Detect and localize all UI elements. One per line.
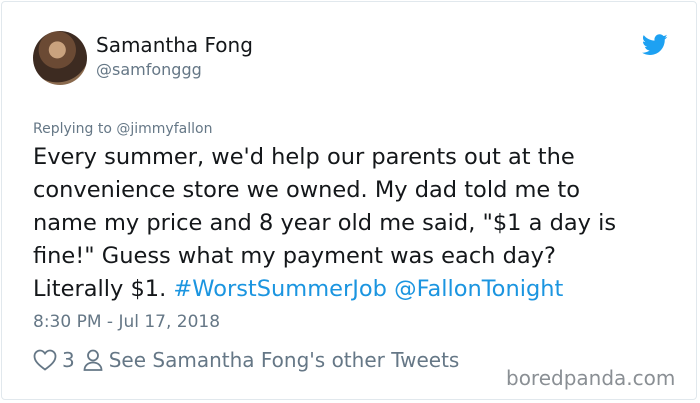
watermark: boredpanda.com <box>506 366 676 390</box>
mention-link[interactable]: @FallonTonight <box>394 276 563 302</box>
tweet-line: name my price and 8 year old me said, "$… <box>33 210 617 236</box>
tweet-footer: 3 See Samantha Fong's other Tweets <box>33 346 459 374</box>
tweet-text: Every summer, we'd help our parents out … <box>33 141 653 306</box>
tweet-line-last: Literally $1. #WorstSummerJob @FallonTon… <box>33 273 653 306</box>
heart-icon[interactable] <box>33 349 57 371</box>
twitter-bird-icon[interactable] <box>642 34 668 56</box>
author-handle[interactable]: @samfonggg <box>96 60 202 79</box>
hashtag-link[interactable]: #WorstSummerJob <box>173 276 387 302</box>
tweet-line: convenience store we owned. My dad told … <box>33 177 581 203</box>
author-name[interactable]: Samantha Fong <box>96 33 253 57</box>
other-tweets-link[interactable]: See Samantha Fong's other Tweets <box>109 348 460 372</box>
timestamp[interactable]: 8:30 PM - Jul 17, 2018 <box>33 312 220 332</box>
avatar[interactable] <box>33 31 87 85</box>
tweet-line: Every summer, we'd help our parents out … <box>33 144 575 170</box>
tweet-line-prefix: Literally $1. <box>33 276 174 302</box>
like-count: 3 <box>62 348 75 372</box>
tweet-line: fine!" Guess what my payment was each da… <box>33 243 556 269</box>
replying-to[interactable]: Replying to @jimmyfallon <box>33 121 212 137</box>
person-icon <box>83 349 103 371</box>
